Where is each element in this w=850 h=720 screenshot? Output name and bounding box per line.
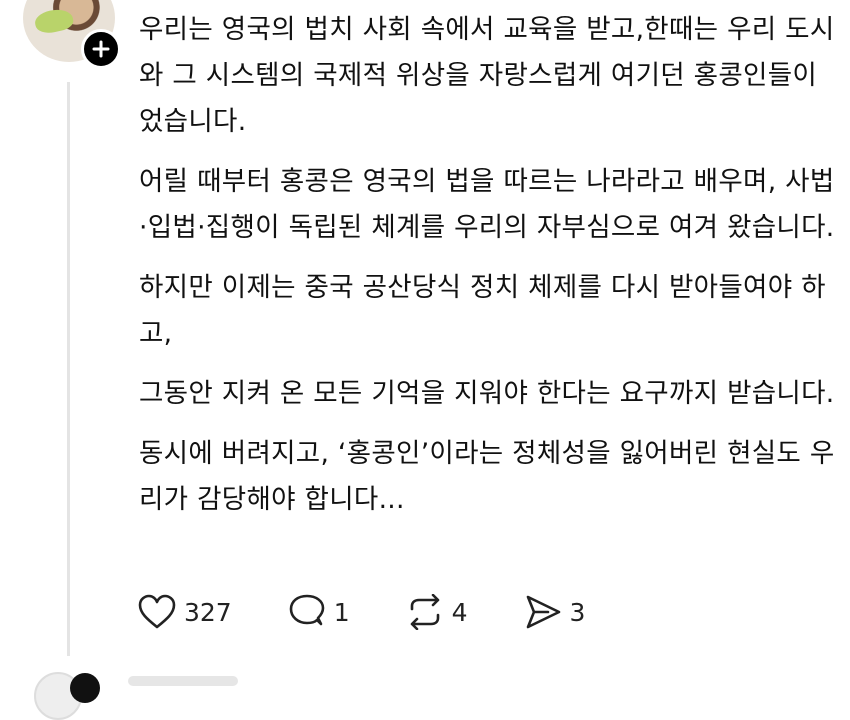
- post-paragraph: 동시에 버려지고, ‘홍콩인’이라는 정체성을 잃어버린 현실도 우리가 감당해…: [139, 438, 835, 515]
- share-button[interactable]: 3: [524, 594, 586, 630]
- post-paragraph: 우리는 영국의 법치 사회 속에서 교육을 받고,한때는 우리 도시와 그 시스…: [139, 14, 835, 137]
- plus-icon: [92, 40, 110, 58]
- parrot-image: [33, 6, 75, 36]
- repost-icon: [410, 594, 439, 630]
- send-icon: [526, 595, 560, 629]
- post-actions: 327 1 4 3: [138, 594, 641, 630]
- repost-count: 4: [451, 597, 468, 627]
- share-count: 3: [569, 597, 586, 627]
- comment-icon: [289, 594, 325, 626]
- repost-button[interactable]: 4: [406, 594, 468, 630]
- like-button[interactable]: 327: [138, 594, 232, 630]
- like-count: 327: [184, 597, 232, 627]
- heart-icon: [138, 594, 176, 629]
- reply-count: 1: [333, 597, 350, 627]
- next-post-author[interactable]: [128, 676, 238, 686]
- reply-button[interactable]: 1: [288, 594, 350, 630]
- post-paragraph: 어릴 때부터 홍콩은 영국의 법을 따르는 나라라고 배우며, 사법·입법·집행…: [139, 166, 835, 243]
- follow-button[interactable]: [81, 29, 121, 69]
- next-post-avatar-badge: [70, 673, 100, 703]
- post-paragraph: 하지만 이제는 중국 공산당식 정치 체제를 다시 받아들여야 하고,: [139, 272, 826, 349]
- post-text: 우리는 영국의 법치 사회 속에서 교육을 받고,한때는 우리 도시와 그 시스…: [139, 7, 839, 537]
- thread-line: [67, 82, 70, 656]
- post-paragraph: 그동안 지켜 온 모든 기억을 지워야 한다는 요구까지 받습니다.: [139, 378, 835, 409]
